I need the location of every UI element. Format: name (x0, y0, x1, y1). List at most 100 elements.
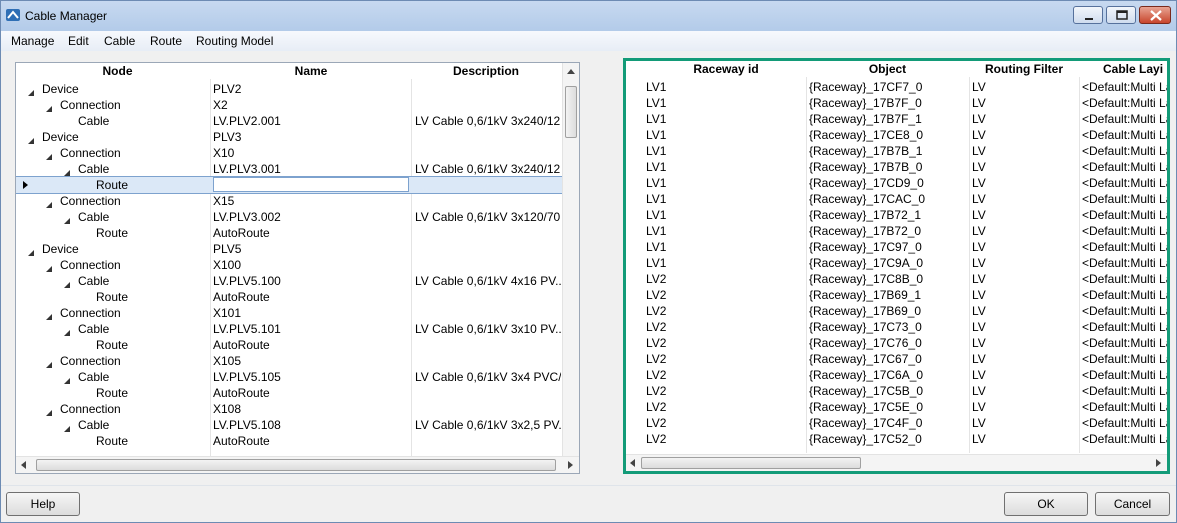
raceway-row[interactable]: LV2 {Raceway}_17C4F_0 LV <Default:Multi La (626, 415, 1167, 431)
tree-row[interactable]: Route AutoRoute (16, 289, 562, 305)
tree-horizontal-scroll-thumb[interactable] (36, 459, 556, 471)
tree-row[interactable]: Connection X2 (16, 97, 562, 113)
raceway-row[interactable]: LV1 {Raceway}_17CF7_0 LV <Default:Multi La (626, 79, 1167, 95)
tree-row[interactable]: Connection X108 (16, 401, 562, 417)
column-header-cable-laying[interactable]: Cable Layi (1079, 61, 1167, 77)
raceway-row[interactable]: LV2 {Raceway}_17B69_0 LV <Default:Multi La (626, 303, 1167, 319)
expand-collapse-icon[interactable] (46, 197, 52, 208)
menu-route[interactable]: Route (150, 34, 182, 48)
raceway-row[interactable]: LV2 {Raceway}_17B69_1 LV <Default:Multi La (626, 287, 1167, 303)
column-header-description[interactable]: Description (411, 63, 561, 79)
raceway-row[interactable]: LV2 {Raceway}_17C5B_0 LV <Default:Multi La (626, 383, 1167, 399)
title-bar[interactable]: Cable Manager (1, 1, 1176, 31)
tree-row[interactable]: Route AutoRoute (16, 433, 562, 449)
raceway-row[interactable]: LV2 {Raceway}_17C76_0 LV <Default:Multi La (626, 335, 1167, 351)
scroll-up-icon[interactable] (567, 69, 575, 74)
minimize-button[interactable] (1073, 6, 1103, 24)
raceway-row[interactable]: LV1 {Raceway}_17B7F_1 LV <Default:Multi La (626, 111, 1167, 127)
ok-button[interactable]: OK (1004, 492, 1088, 516)
tree-row[interactable]: Connection X101 (16, 305, 562, 321)
tree-row[interactable]: Device PLV3 (16, 129, 562, 145)
raceway-row[interactable]: LV2 {Raceway}_17C67_0 LV <Default:Multi La (626, 351, 1167, 367)
raceway-row[interactable]: LV1 {Raceway}_17CD9_0 LV <Default:Multi La (626, 175, 1167, 191)
menu-edit[interactable]: Edit (68, 34, 89, 48)
expand-collapse-icon[interactable] (46, 101, 52, 112)
tree-name-edit-field[interactable] (213, 177, 409, 192)
tree-row[interactable]: Connection X100 (16, 257, 562, 273)
tree-horizontal-scrollbar[interactable] (16, 456, 579, 473)
tree-row[interactable]: Route AutoRoute (16, 337, 562, 353)
expand-collapse-icon[interactable] (46, 149, 52, 160)
tree-row[interactable]: Connection X105 (16, 353, 562, 369)
tree-description-cell (415, 433, 561, 449)
column-header-raceway-id[interactable]: Raceway id (646, 61, 806, 77)
close-button[interactable] (1139, 6, 1171, 24)
tree-row[interactable]: Cable LV.PLV3.001 LV Cable 0,6/1kV 3x240/1… (16, 161, 562, 177)
expand-collapse-icon[interactable] (46, 357, 52, 368)
tree-name-cell: X101 (213, 306, 242, 320)
raceway-row[interactable]: LV1 {Raceway}_17B72_0 LV <Default:Multi La (626, 223, 1167, 239)
expand-collapse-icon[interactable] (46, 261, 52, 272)
expand-collapse-icon[interactable] (46, 405, 52, 416)
expand-collapse-icon[interactable] (64, 213, 70, 224)
raceway-horizontal-scroll-thumb[interactable] (641, 457, 861, 469)
help-button[interactable]: Help (6, 492, 80, 516)
scroll-left-icon[interactable] (21, 461, 26, 469)
tree-vertical-scroll-thumb[interactable] (565, 86, 577, 138)
menu-routing-model[interactable]: Routing Model (196, 34, 273, 48)
expand-collapse-icon[interactable] (64, 421, 70, 432)
tree-node-label: Connection (60, 194, 121, 208)
tree-name-cell: LV.PLV3.001 (213, 162, 281, 176)
expand-collapse-icon[interactable] (28, 133, 34, 144)
tree-row[interactable]: Cable LV.PLV2.001 LV Cable 0,6/1kV 3x240/1… (16, 113, 562, 129)
raceway-row[interactable]: LV2 {Raceway}_17C6A_0 LV <Default:Multi La (626, 367, 1167, 383)
menu-manage[interactable]: Manage (11, 34, 54, 48)
tree-description-cell (415, 81, 561, 97)
column-header-node[interactable]: Node (24, 63, 211, 79)
scroll-left-icon[interactable] (630, 459, 635, 467)
tree-row[interactable]: Route AutoRoute (16, 225, 562, 241)
tree-row[interactable]: Connection X10 (16, 145, 562, 161)
expand-collapse-icon[interactable] (28, 85, 34, 96)
expand-collapse-icon[interactable] (64, 277, 70, 288)
raceway-horizontal-scrollbar[interactable] (626, 454, 1167, 471)
expand-collapse-icon[interactable] (64, 373, 70, 384)
raceway-row[interactable]: LV2 {Raceway}_17C52_0 LV <Default:Multi La (626, 431, 1167, 447)
raceway-routing-filter-cell: LV (972, 112, 986, 126)
raceway-row[interactable]: LV1 {Raceway}_17B7F_0 LV <Default:Multi La (626, 95, 1167, 111)
scroll-right-icon[interactable] (1156, 459, 1161, 467)
column-header-object[interactable]: Object (806, 61, 969, 77)
raceway-row[interactable]: LV2 {Raceway}_17C8B_0 LV <Default:Multi La (626, 271, 1167, 287)
raceway-row[interactable]: LV1 {Raceway}_17C97_0 LV <Default:Multi La (626, 239, 1167, 255)
raceway-row[interactable]: LV1 {Raceway}_17C9A_0 LV <Default:Multi La (626, 255, 1167, 271)
expand-collapse-icon[interactable] (28, 245, 34, 256)
tree-row[interactable]: Cable LV.PLV3.002 LV Cable 0,6/1kV 3x120/7… (16, 209, 562, 225)
tree-vertical-scrollbar[interactable] (562, 63, 579, 457)
raceway-row[interactable]: LV2 {Raceway}_17C73_0 LV <Default:Multi La (626, 319, 1167, 335)
tree-row[interactable]: Cable LV.PLV5.100 LV Cable 0,6/1kV 4x16 PV… (16, 273, 562, 289)
expand-collapse-icon[interactable] (64, 165, 70, 176)
raceway-row[interactable]: LV2 {Raceway}_17C5E_0 LV <Default:Multi La (626, 399, 1167, 415)
tree-row[interactable]: Route AutoRoute (16, 385, 562, 401)
raceway-object-cell: {Raceway}_17C67_0 (809, 352, 922, 366)
raceway-row[interactable]: LV1 {Raceway}_17B7B_0 LV <Default:Multi La (626, 159, 1167, 175)
tree-row[interactable]: Device PLV5 (16, 241, 562, 257)
raceway-row[interactable]: LV1 {Raceway}_17B7B_1 LV <Default:Multi La (626, 143, 1167, 159)
tree-row[interactable]: Connection X15 (16, 193, 562, 209)
column-header-routing-filter[interactable]: Routing Filter (969, 61, 1079, 77)
tree-row[interactable]: Cable LV.PLV5.105 LV Cable 0,6/1kV 3x4 PVC… (16, 369, 562, 385)
cancel-button[interactable]: Cancel (1095, 492, 1170, 516)
tree-row[interactable]: Route (16, 176, 563, 194)
tree-row[interactable]: Device PLV2 (16, 81, 562, 97)
expand-collapse-icon[interactable] (46, 309, 52, 320)
tree-row[interactable]: Cable LV.PLV5.101 LV Cable 0,6/1kV 3x10 PV… (16, 321, 562, 337)
column-header-name[interactable]: Name (211, 63, 411, 79)
tree-row[interactable]: Cable LV.PLV5.108 LV Cable 0,6/1kV 3x2,5 P… (16, 417, 562, 433)
raceway-row[interactable]: LV1 {Raceway}_17B72_1 LV <Default:Multi La (626, 207, 1167, 223)
expand-collapse-icon[interactable] (64, 325, 70, 336)
menu-cable[interactable]: Cable (104, 34, 135, 48)
maximize-button[interactable] (1106, 6, 1136, 24)
raceway-row[interactable]: LV1 {Raceway}_17CE8_0 LV <Default:Multi La (626, 127, 1167, 143)
raceway-row[interactable]: LV1 {Raceway}_17CAC_0 LV <Default:Multi La (626, 191, 1167, 207)
scroll-right-icon[interactable] (568, 461, 573, 469)
